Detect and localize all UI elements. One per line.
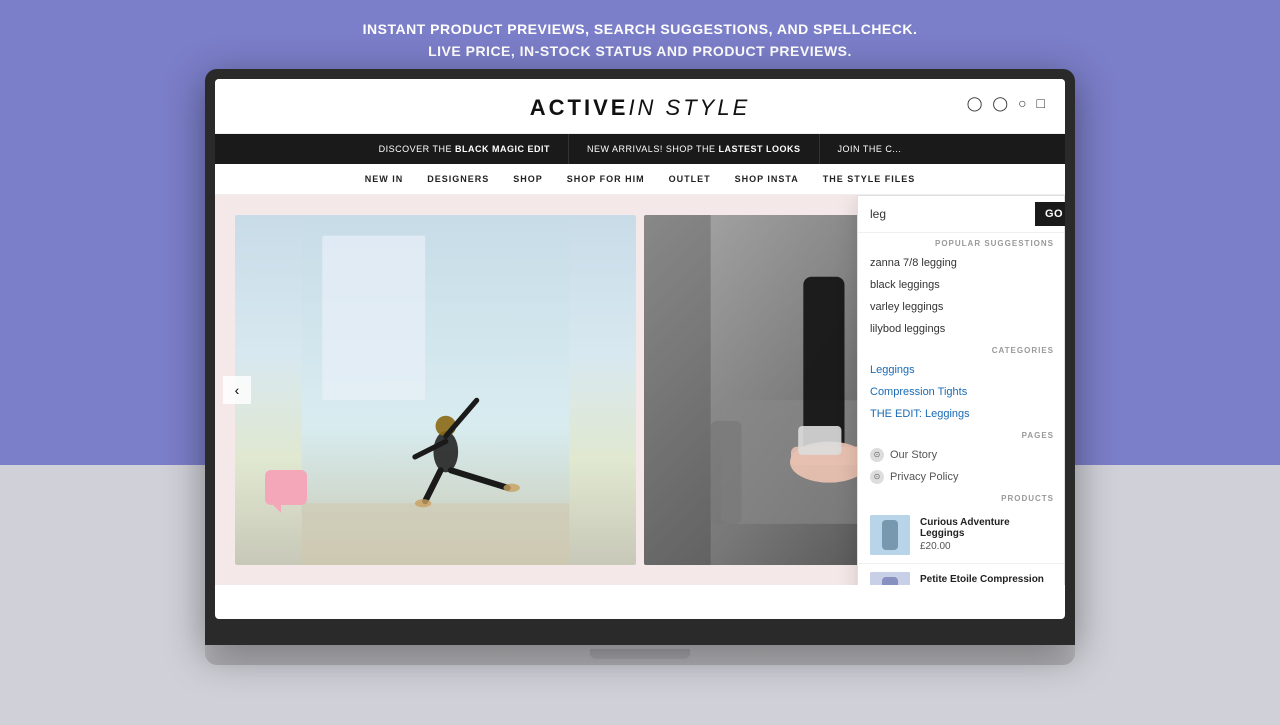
search-go-button[interactable]: GO — [1035, 202, 1065, 226]
product-info-2: Petite Etoile Compression Midi £89.00 — [920, 574, 1052, 585]
category-edit-leggings[interactable]: THE EDIT: Leggings — [858, 403, 1064, 425]
product-item-2[interactable]: Petite Etoile Compression Midi £89.00 — [858, 564, 1064, 585]
page-label-2: Privacy Policy — [890, 471, 958, 483]
category-leggings[interactable]: Leggings — [858, 359, 1064, 381]
laptop-screen: ACTIVEIN STYLE ◯ ◯ ○ □ DISCOVER THE BLAC… — [215, 79, 1065, 619]
nav-style-files[interactable]: THE STYLE FILES — [823, 174, 916, 184]
page-label-1: Our Story — [890, 449, 937, 461]
page-our-story[interactable]: ⊙ Our Story — [858, 444, 1064, 466]
logo-bold: ACTIVE — [530, 95, 629, 120]
nav-shop-insta[interactable]: SHOP INSTA — [735, 174, 799, 184]
trackpad-notch — [590, 649, 690, 659]
pages-list: ⊙ Our Story ⊙ Privacy Policy — [858, 444, 1064, 488]
product-item-1[interactable]: Curious Adventure Leggings £20.00 — [858, 507, 1064, 564]
main-nav: NEW IN DESIGNERS SHOP SHOP FOR HIM OUTLE… — [215, 164, 1065, 195]
yoga-scene — [235, 215, 636, 565]
black-nav-highlight-2: LASTEST LOOKS — [719, 144, 801, 154]
search-input[interactable] — [866, 203, 1029, 225]
product-price-1: £20.00 — [920, 541, 1052, 552]
search-bar: GO — [858, 196, 1064, 233]
site-logo: ACTIVEIN STYLE — [235, 95, 1045, 121]
black-nav-item-3[interactable]: JOIN THE C... — [820, 134, 920, 164]
site-header: ACTIVEIN STYLE ◯ ◯ ○ □ — [215, 79, 1065, 134]
page-icon-2: ⊙ — [870, 470, 884, 484]
product-thumb-1 — [870, 515, 910, 555]
suggestion-black[interactable]: black leggings — [858, 274, 1064, 296]
content-area: ‹ — [215, 195, 1065, 585]
help-icon[interactable]: ◯ — [992, 95, 1008, 112]
black-nav-bar: DISCOVER THE BLACK MAGIC EDIT NEW ARRIVA… — [215, 134, 1065, 164]
header-icons: ◯ ◯ ○ □ — [967, 95, 1045, 112]
chat-bubble-icon[interactable] — [265, 470, 307, 505]
suggestion-zanna[interactable]: zanna 7/8 legging — [858, 252, 1064, 274]
search-icon[interactable]: ○ — [1018, 95, 1026, 111]
yoga-svg — [235, 215, 636, 565]
black-nav-highlight-1: BLACK MAGIC EDIT — [455, 144, 550, 154]
product-info-1: Curious Adventure Leggings £20.00 — [920, 517, 1052, 552]
laptop-bottom — [215, 619, 1065, 645]
page-icon-1: ⊙ — [870, 448, 884, 462]
product-name-2: Petite Etoile Compression Midi — [920, 574, 1052, 585]
black-nav-item-1[interactable]: DISCOVER THE BLACK MAGIC EDIT — [361, 134, 569, 164]
popular-suggestions-header: POPULAR SUGGESTIONS — [858, 233, 1064, 252]
user-icon[interactable]: ◯ — [967, 95, 983, 112]
logo-light: IN STYLE — [628, 95, 750, 120]
categories-list: Leggings Compression Tights THE EDIT: Le… — [858, 359, 1064, 425]
nav-shop-for-him[interactable]: SHOP FOR HIM — [567, 174, 645, 184]
suggestion-lilybod[interactable]: lilybod leggings — [858, 318, 1064, 340]
product-name-1: Curious Adventure Leggings — [920, 517, 1052, 539]
nav-new-in[interactable]: NEW IN — [365, 174, 404, 184]
pages-header: PAGES — [858, 425, 1064, 444]
search-dropdown: GO POPULAR SUGGESTIONS zanna 7/8 legging… — [857, 195, 1065, 585]
cart-icon[interactable]: □ — [1037, 95, 1045, 111]
yoga-image — [235, 215, 636, 565]
suggestion-varley[interactable]: varley leggings — [858, 296, 1064, 318]
laptop-base-bar — [205, 645, 1075, 665]
laptop-wrapper: ACTIVEIN STYLE ◯ ◯ ○ □ DISCOVER THE BLAC… — [0, 75, 1280, 725]
banner-line2: LIVE PRICE, IN-STOCK STATUS AND PRODUCT … — [20, 40, 1260, 62]
product-thumb-2 — [870, 572, 910, 585]
products-header: PRODUCTS — [858, 488, 1064, 507]
page-privacy[interactable]: ⊙ Privacy Policy — [858, 466, 1064, 488]
products-list: Curious Adventure Leggings £20.00 — [858, 507, 1064, 585]
category-compression[interactable]: Compression Tights — [858, 381, 1064, 403]
categories-header: CATEGORIES — [858, 340, 1064, 359]
nav-outlet[interactable]: OUTLET — [669, 174, 711, 184]
slider-left-arrow[interactable]: ‹ — [223, 376, 251, 404]
laptop: ACTIVEIN STYLE ◯ ◯ ○ □ DISCOVER THE BLAC… — [205, 69, 1075, 645]
banner-line1: INSTANT PRODUCT PREVIEWS, SEARCH SUGGEST… — [20, 18, 1260, 40]
black-nav-item-2[interactable]: NEW ARRIVALS! SHOP THE LASTEST LOOKS — [569, 134, 820, 164]
top-banner: INSTANT PRODUCT PREVIEWS, SEARCH SUGGEST… — [0, 0, 1280, 75]
popular-suggestions-list: zanna 7/8 legging black leggings varley … — [858, 252, 1064, 340]
nav-shop[interactable]: SHOP — [513, 174, 543, 184]
nav-designers[interactable]: DESIGNERS — [427, 174, 489, 184]
